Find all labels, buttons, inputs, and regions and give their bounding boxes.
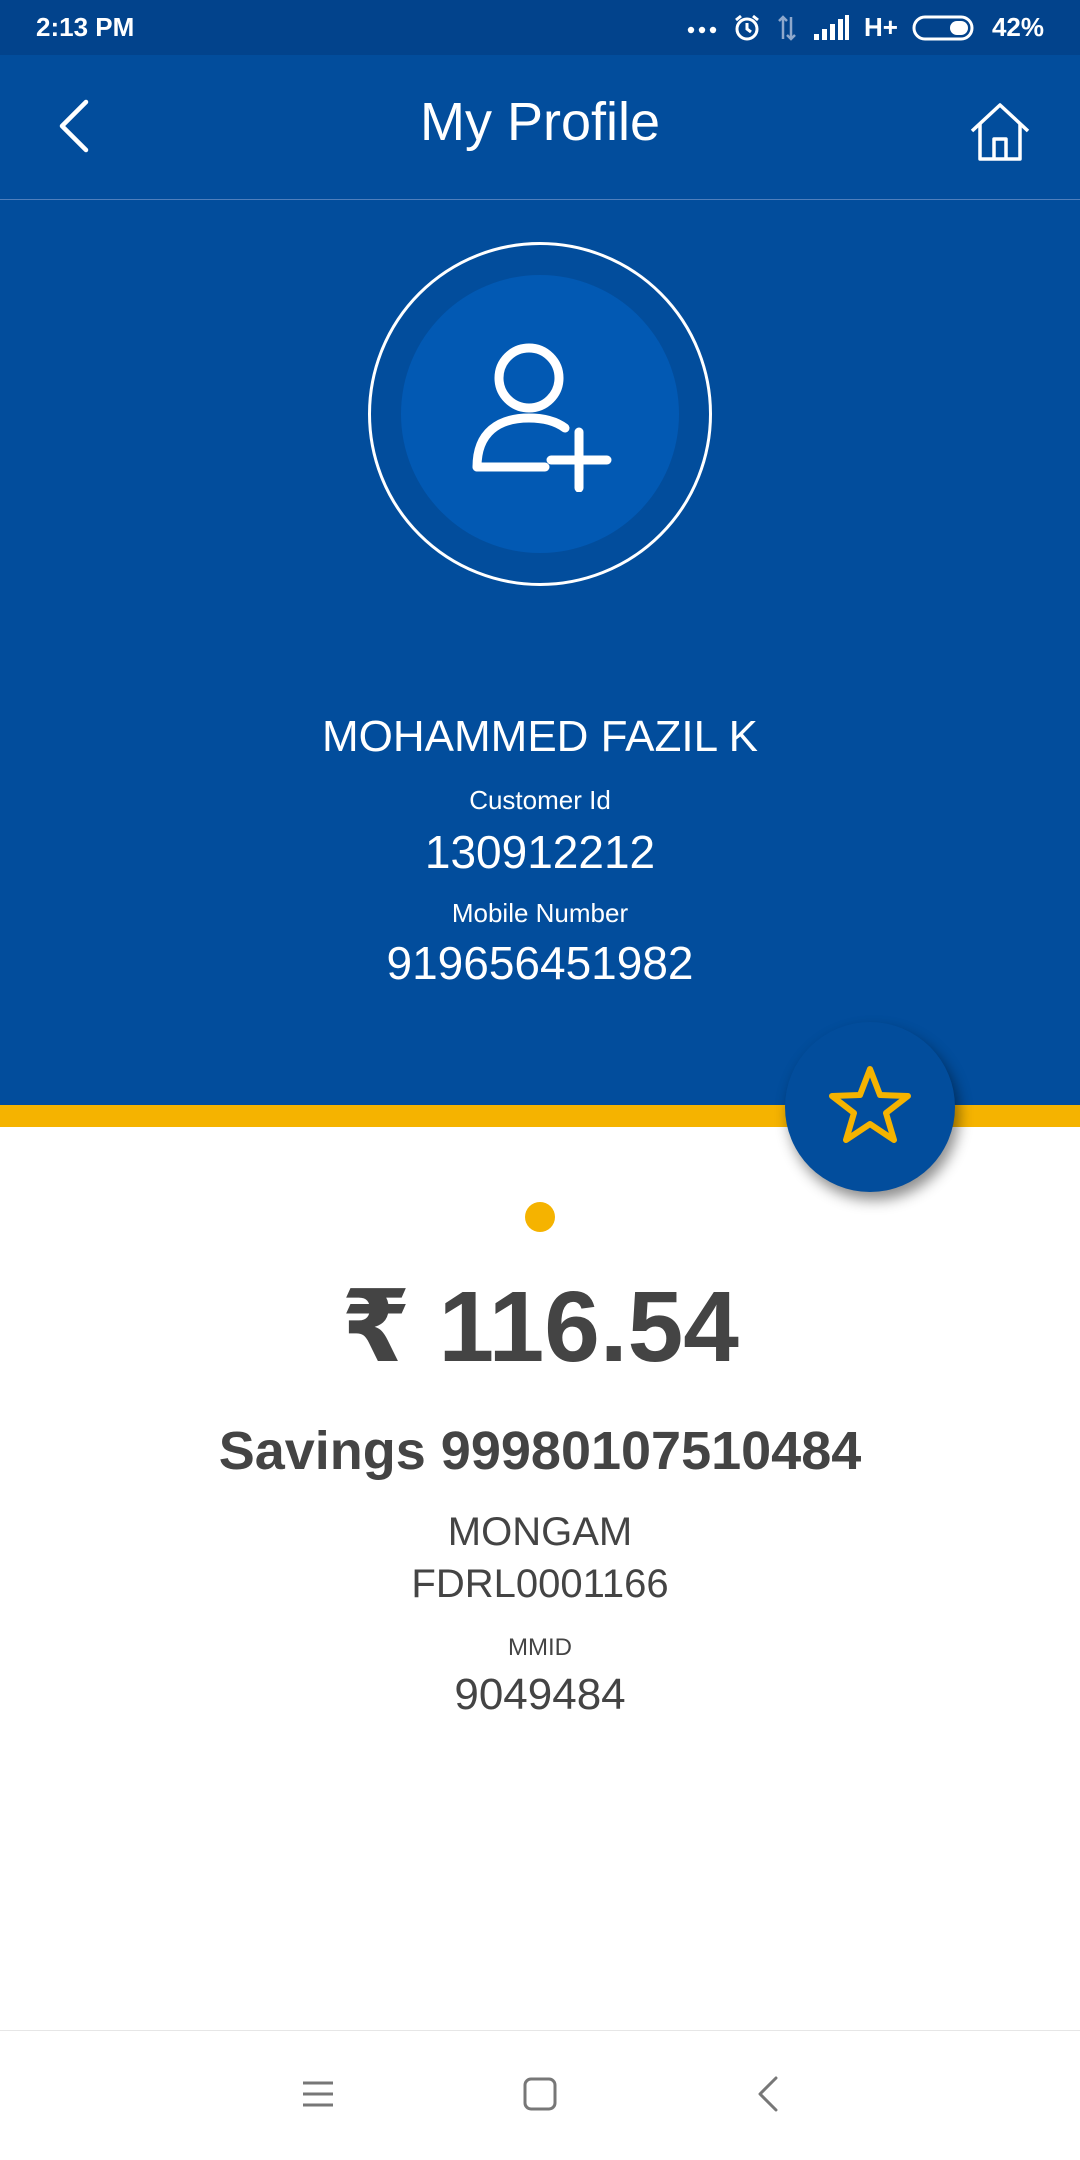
pager-dot [525,1202,555,1232]
status-icons: H+ 42% [686,12,1044,43]
nav-back-button[interactable] [728,2056,808,2136]
network-type: H+ [863,12,898,42]
mmid-label: MMID [508,1634,572,1661]
add-user-icon [465,332,615,497]
battery-percent: 42% [991,12,1044,42]
square-home-icon [522,2076,558,2117]
page-title: My Profile [419,92,661,152]
back-triangle-icon [756,2074,780,2119]
account-type-number: Savings 99980107510484 [218,1421,862,1481]
status-bar: 2:13 PM H+ 42% [0,0,1080,55]
customer-name: MOHAMMED FAZIL K [322,712,758,761]
avatar [368,242,712,586]
mobile-number-value: 919656451982 [386,937,694,989]
branch-name: MONGAM [447,1510,633,1554]
customer-id-label: Customer Id [469,785,611,815]
profile-header: MOHAMMED FAZIL K Customer Id 130912212 M… [0,200,1080,1105]
data-arrows-icon [776,13,798,43]
app-bar: My Profile [0,55,1080,200]
signal-icon [812,14,850,42]
mobile-number-label: Mobile Number [451,898,629,928]
home-icon [968,101,1032,168]
nav-menu-button[interactable] [278,2056,358,2136]
nav-home-button[interactable] [500,2056,580,2136]
battery-icon [912,14,978,42]
system-nav-bar [0,2030,1080,2160]
account-balance: ₹ 116.54 [341,1271,739,1383]
mmid-value: 9049484 [454,1670,626,1719]
add-profile-photo-button[interactable] [401,275,679,553]
home-button[interactable] [964,98,1036,170]
favorite-button[interactable] [785,1022,955,1192]
more-dots-icon [686,22,718,34]
alarm-icon [732,13,762,43]
status-time: 2:13 PM [36,12,135,42]
star-icon [827,1064,913,1151]
customer-id-value: 130912212 [424,826,656,878]
screen: 2:13 PM H+ 42% My Profile MOHAMMED FAZIL… [0,0,1080,2160]
ifsc-code: FDRL0001166 [411,1562,669,1606]
menu-icon [300,2079,336,2114]
